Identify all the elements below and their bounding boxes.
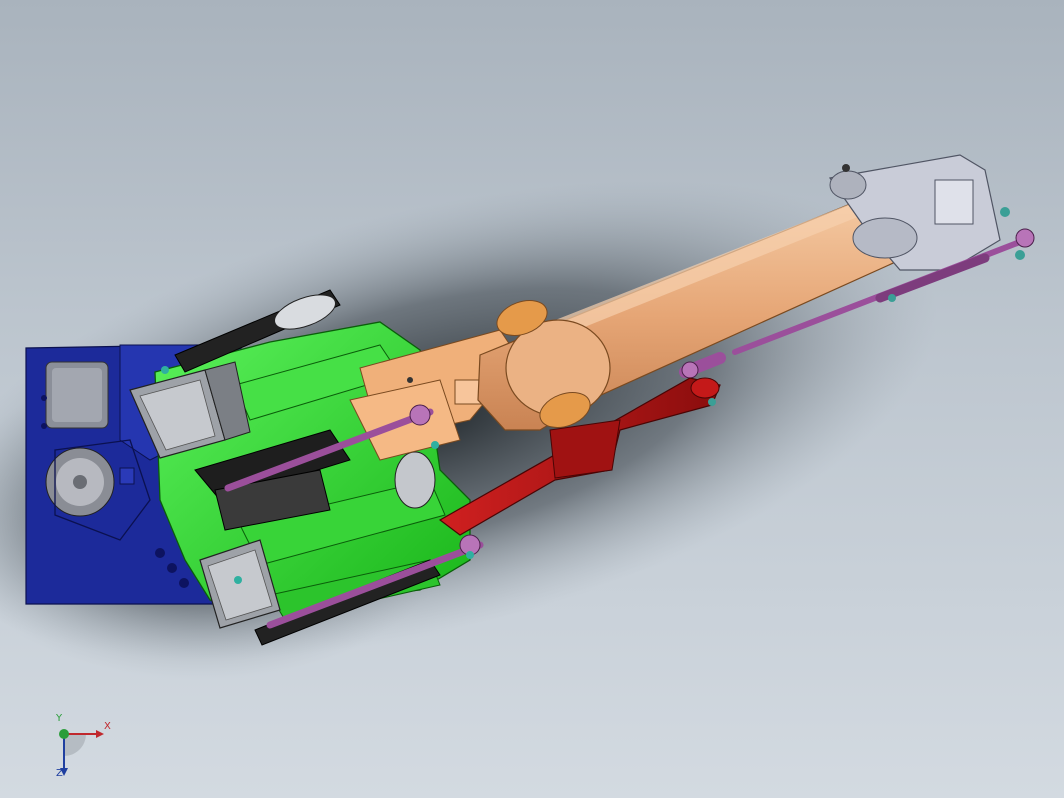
triad-axes — [59, 729, 104, 776]
coordinate-triad: X Y Z — [44, 712, 124, 792]
graphics-viewport[interactable]: X Y Z — [0, 0, 1064, 798]
x-axis-label: X — [104, 721, 111, 732]
cad-model-scene[interactable] — [0, 0, 1064, 798]
y-axis-label: Y — [56, 713, 63, 724]
z-axis-label: Z — [56, 768, 63, 779]
y-axis-dot — [59, 729, 69, 739]
